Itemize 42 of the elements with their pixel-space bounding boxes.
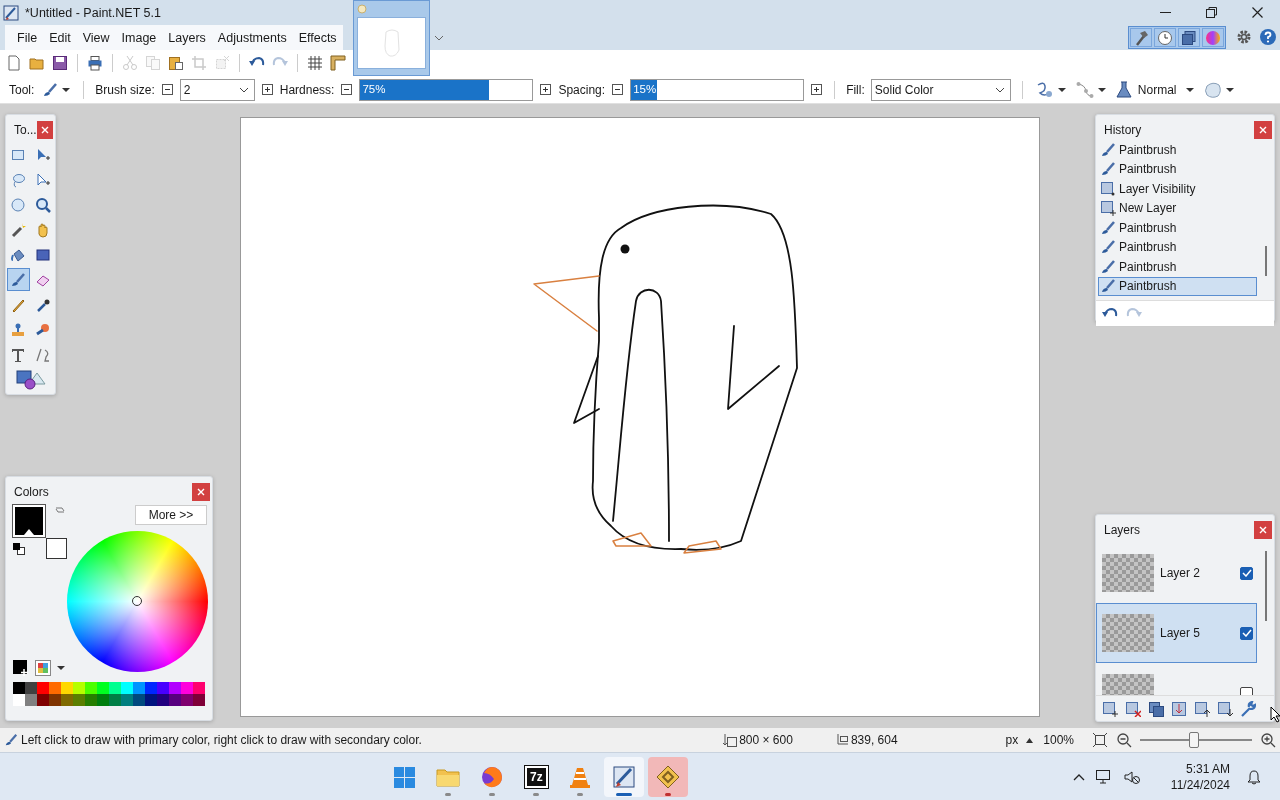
more-button[interactable]: More >>: [135, 505, 207, 525]
menu-item[interactable]: Edit: [43, 27, 77, 48]
menu-item[interactable]: Layers: [162, 27, 212, 48]
window-title: *Untitled - Paint.NET 5.1: [25, 5, 161, 20]
brush-size-label: Brush size:: [95, 82, 155, 97]
menu-item[interactable]: File: [11, 27, 44, 48]
tool-label: Tool:: [9, 82, 35, 97]
menu-item[interactable]: Adjustments: [211, 27, 293, 48]
layer-item[interactable]: Layer 5: [1096, 603, 1257, 663]
history-item[interactable]: Layer Visibility: [1098, 179, 1257, 199]
panel-title: Layers: [1104, 523, 1141, 537]
units-dropdown[interactable]: px: [1005, 733, 1034, 747]
hardness-slider[interactable]: 75%: [359, 78, 534, 101]
spacing-slider[interactable]: 15%: [630, 78, 805, 101]
panel-title: History: [1104, 123, 1142, 137]
status-hint: Left click to draw with primary color, right click to draw with secondary color.: [21, 733, 422, 747]
panel-title: Colors: [14, 485, 49, 499]
image-size-text: 800 × 600: [739, 733, 793, 747]
spacing-value: 15%: [633, 82, 657, 95]
cursor-position-text: 839, 604: [850, 733, 898, 747]
fill-label: Fill:: [846, 82, 865, 97]
history-item[interactable]: Paintbrush: [1098, 218, 1257, 238]
menu-item[interactable]: Effects: [292, 27, 343, 48]
brush-size-field[interactable]: 2: [179, 78, 255, 101]
zoom-text: 100%: [1043, 733, 1074, 747]
layer-item[interactable]: Layer 2: [1096, 543, 1257, 603]
menu-item[interactable]: Image: [115, 27, 163, 48]
history-item[interactable]: New Layer: [1098, 198, 1257, 218]
taskbar-app[interactable]: 7z: [516, 756, 557, 797]
history-item[interactable]: Paintbrush: [1098, 257, 1257, 277]
history-item[interactable]: Paintbrush: [1098, 143, 1257, 160]
panel-title: To...: [14, 123, 37, 137]
menu-item[interactable]: View: [76, 27, 116, 48]
blend-mode-dropdown[interactable]: Normal: [1113, 78, 1197, 101]
history-item[interactable]: Paintbrush: [1098, 237, 1257, 257]
fill-dropdown[interactable]: Solid Color: [870, 78, 1011, 101]
history-item[interactable]: Paintbrush: [1098, 276, 1257, 296]
hardness-label: Hardness:: [279, 82, 335, 97]
history-item[interactable]: Paintbrush: [1098, 159, 1257, 179]
hardness-value: 75%: [362, 82, 386, 95]
clock[interactable]: 5:31 AM 11/24/2024: [1164, 760, 1236, 793]
spacing-label: Spacing:: [558, 82, 606, 97]
